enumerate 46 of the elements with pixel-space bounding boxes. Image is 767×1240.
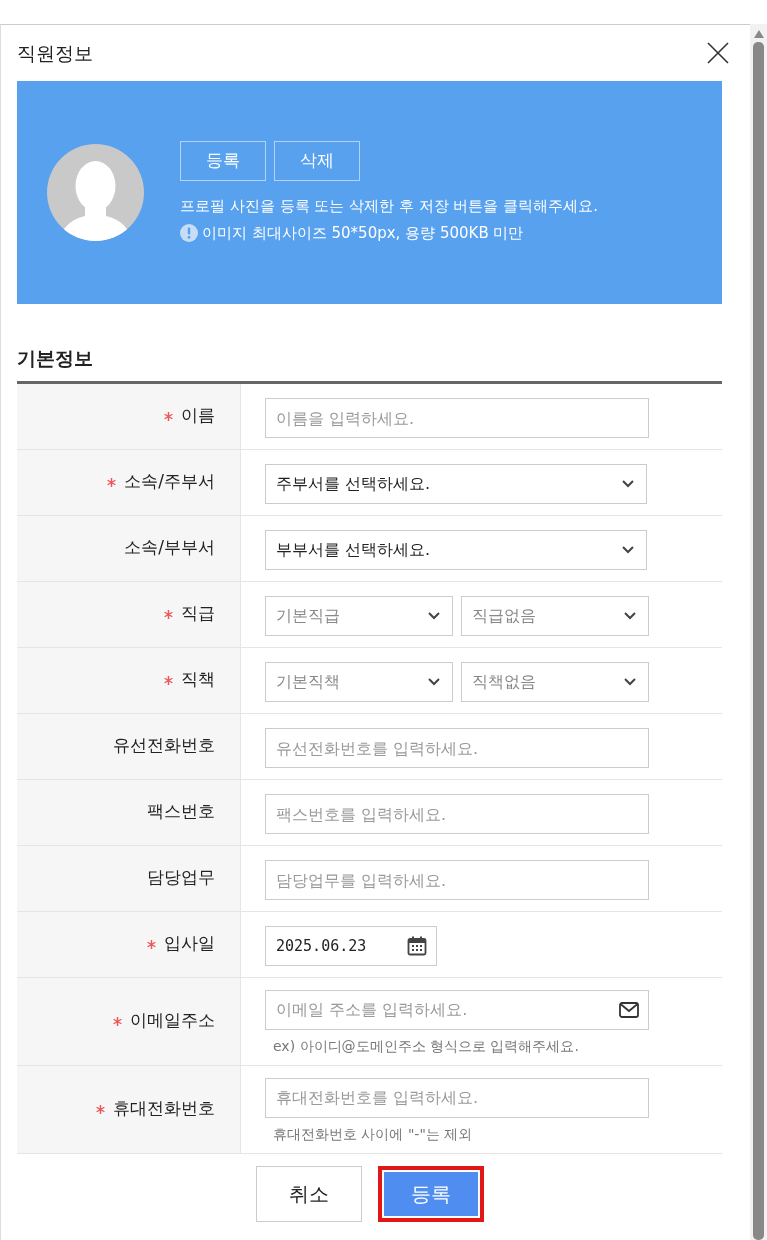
chevron-down-icon <box>624 678 636 686</box>
scrollbar-thumb[interactable] <box>753 42 764 1240</box>
chevron-down-icon <box>622 480 634 488</box>
text-input[interactable]: 휴대전화번호를 입력하세요. <box>265 1077 649 1118</box>
avatar-icon <box>47 144 144 241</box>
text-input[interactable]: 팩스번호를 입력하세요. <box>265 794 649 834</box>
scroll-up-icon[interactable] <box>753 30 764 38</box>
field-label: 이메일주소 <box>130 1009 215 1033</box>
cancel-button[interactable]: 취소 <box>255 1165 362 1222</box>
field-label: 소속/주부서 <box>124 470 215 494</box>
chevron-down-icon <box>624 612 636 620</box>
hint-text: 휴대전화번호 사이에 "-"는 제외 <box>272 1124 474 1144</box>
dialog-title: 직원정보 <box>17 40 93 66</box>
select-field[interactable]: 기본직책 <box>265 662 453 702</box>
select-field[interactable]: 직책없음 <box>461 662 649 702</box>
chevron-down-icon <box>428 612 440 620</box>
text-input[interactable]: 담당업무를 입력하세요. <box>265 860 649 900</box>
close-button[interactable] <box>706 41 730 65</box>
field-label: 담당업무 <box>147 866 215 890</box>
field-label: 입사일 <box>164 932 215 956</box>
field-label: 직급 <box>181 602 215 626</box>
text-input[interactable]: 이름을 입력하세요. <box>265 398 649 438</box>
register-photo-button[interactable]: 등록 <box>180 141 266 181</box>
field-label: 이름 <box>181 404 215 428</box>
notice-text: 프로필 사진을 등록 또는 삭제한 후 저장 버튼을 클릭해주세요. <box>180 196 598 217</box>
field-label: 휴대전화번호 <box>113 1097 215 1121</box>
info-icon <box>180 223 198 242</box>
select-field[interactable]: 부부서를 선택하세요. <box>265 530 647 570</box>
delete-photo-button[interactable]: 삭제 <box>274 141 360 181</box>
info-text: 이미지 최대사이즈 50*50px, 용량 500KB 미만 <box>202 222 524 244</box>
field-label: 팩스번호 <box>147 800 215 824</box>
mail-icon <box>619 1001 639 1018</box>
date-field[interactable]: 2025.06.23 <box>265 926 437 966</box>
field-label: 유선전화번호 <box>113 734 215 758</box>
chevron-down-icon <box>622 546 634 554</box>
select-field[interactable]: 기본직급 <box>265 596 453 636</box>
hint-text: ex) 아이디@도메인주소 형식으로 입력해주세요. <box>272 1036 580 1056</box>
calendar-icon[interactable] <box>407 936 427 956</box>
text-input[interactable]: 유선전화번호를 입력하세요. <box>265 728 649 768</box>
select-field[interactable]: 주부서를 선택하세요. <box>265 464 647 504</box>
chevron-down-icon <box>428 678 440 686</box>
email-field[interactable]: 이메일 주소를 입력하세요. <box>265 989 649 1030</box>
submit-button[interactable]: 등록 <box>377 1165 484 1222</box>
field-label: 직책 <box>181 668 215 692</box>
field-label: 소속/부부서 <box>124 536 215 560</box>
select-field[interactable]: 직급없음 <box>461 596 649 636</box>
